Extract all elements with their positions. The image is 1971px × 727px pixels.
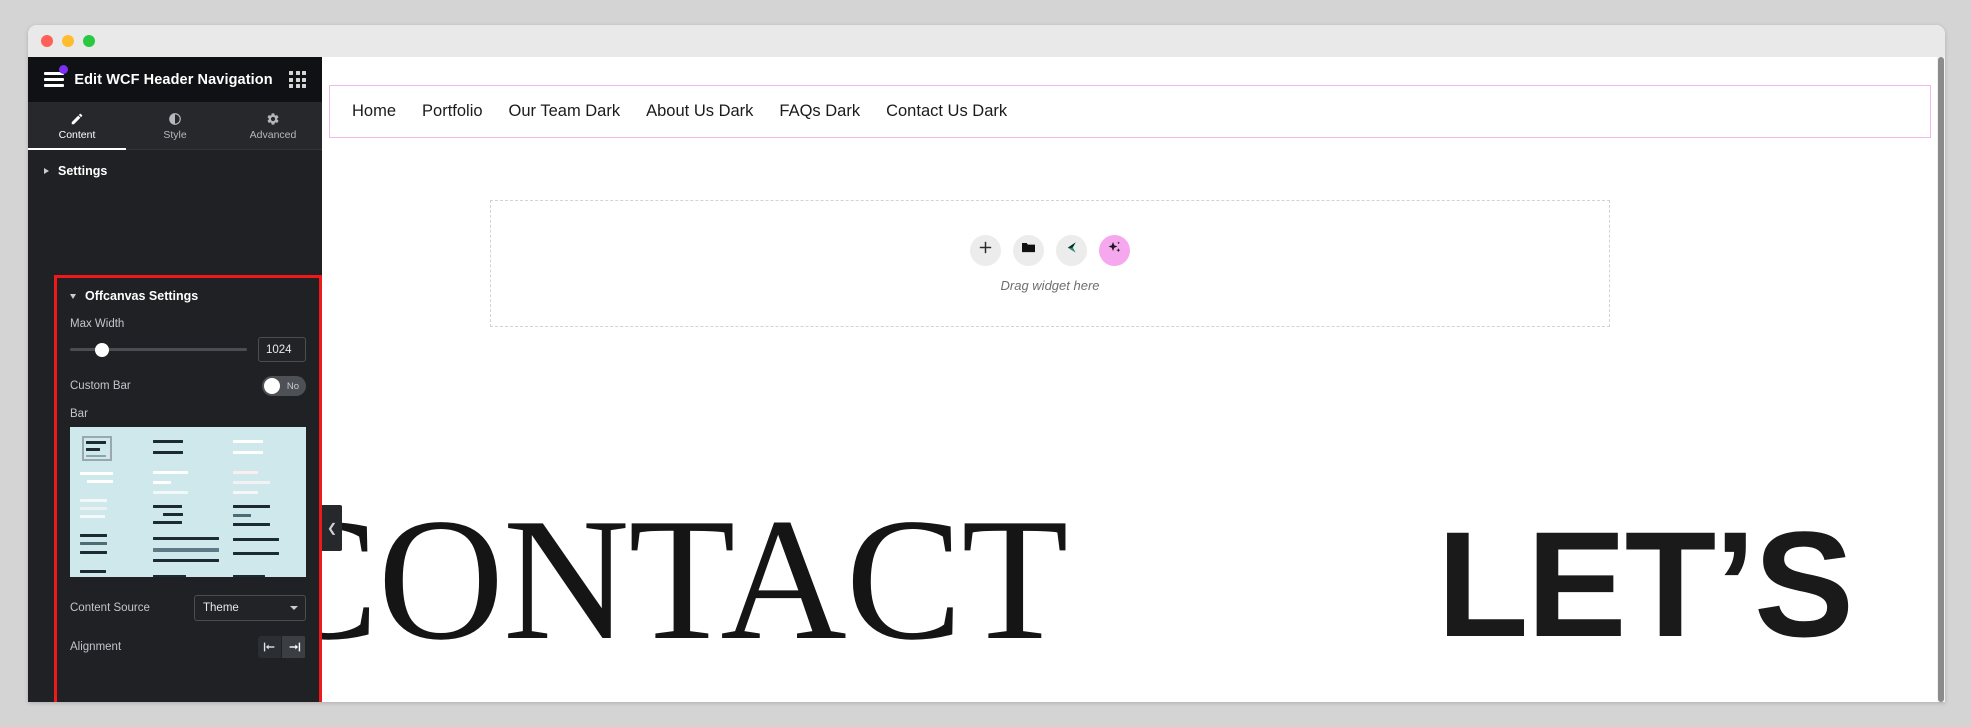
ai-button[interactable] [1099, 234, 1130, 266]
contrast-icon [168, 112, 182, 126]
align-right-button[interactable] [282, 636, 306, 658]
content-source-value: Theme [203, 602, 239, 614]
chevron-down-icon [290, 606, 298, 610]
alignment-label: Alignment [70, 641, 122, 653]
nav-item-home[interactable]: Home [352, 102, 396, 121]
max-width-input[interactable]: 1024 [258, 337, 306, 362]
hero-serif-heading: CONTACT [322, 482, 1068, 676]
section-settings[interactable]: Settings [28, 150, 322, 192]
section-offcanvas-label: Offcanvas Settings [85, 289, 199, 303]
browser-window: Edit WCF Header Navigation Content Style… [28, 25, 1945, 702]
section-offcanvas-header[interactable]: Offcanvas Settings [57, 278, 319, 314]
content-source-label: Content Source [70, 602, 150, 614]
add-template-button[interactable] [1013, 234, 1044, 266]
plus-icon [979, 241, 992, 259]
control-content-source: Content Source Theme [57, 595, 319, 621]
section-settings-label: Settings [58, 164, 108, 178]
max-width-slider-row: 1024 [57, 337, 319, 362]
custom-bar-label: Custom Bar [70, 380, 131, 392]
slider-handle[interactable] [94, 342, 109, 357]
max-width-label: Max Width [70, 318, 125, 330]
section-offcanvas-settings: Offcanvas Settings Max Width 1024 Custom… [57, 278, 319, 702]
window-body: Edit WCF Header Navigation Content Style… [28, 57, 1945, 702]
window-maximize-button[interactable] [83, 35, 95, 47]
gear-icon [266, 112, 280, 126]
canvas-scrollbar[interactable] [1937, 57, 1945, 702]
align-left-button[interactable] [258, 636, 282, 658]
sparkles-icon [1107, 240, 1122, 260]
tab-advanced[interactable]: Advanced [224, 102, 322, 149]
alignment-button-group [258, 636, 306, 658]
max-width-slider[interactable] [70, 342, 247, 357]
control-custom-bar: Custom Bar No [57, 376, 319, 396]
custom-bar-toggle[interactable]: No [262, 376, 306, 396]
window-close-button[interactable] [41, 35, 53, 47]
bar-label: Bar [70, 408, 88, 420]
control-bar: Bar [57, 408, 319, 420]
panel-collapse-button[interactable]: ❮ [322, 505, 342, 551]
pencil-icon [70, 112, 84, 126]
elementor-logo-icon [1064, 240, 1079, 260]
folder-icon [1021, 241, 1036, 259]
window-titlebar [28, 25, 1945, 57]
hamburger-icon[interactable] [44, 65, 68, 87]
tab-content[interactable]: Content [28, 102, 126, 150]
nav-item-our-team-dark[interactable]: Our Team Dark [509, 102, 621, 121]
window-minimize-button[interactable] [62, 35, 74, 47]
nav-item-about-us-dark[interactable]: About Us Dark [646, 102, 753, 121]
tab-style[interactable]: Style [126, 102, 224, 149]
chevron-down-icon [70, 293, 76, 299]
notification-dot-icon [59, 65, 68, 74]
content-source-select[interactable]: Theme [194, 595, 306, 621]
nav-item-portfolio[interactable]: Portfolio [422, 102, 483, 121]
tab-style-label: Style [163, 129, 187, 141]
add-element-button[interactable] [970, 234, 1001, 266]
editor-canvas: Home Portfolio Our Team Dark About Us Da… [322, 57, 1945, 702]
tab-advanced-label: Advanced [249, 129, 297, 141]
panel-header: Edit WCF Header Navigation [28, 57, 322, 102]
page-title: Edit WCF Header Navigation [74, 71, 273, 88]
add-container-button[interactable] [1056, 234, 1087, 266]
chevron-left-icon: ❮ [326, 521, 338, 535]
hero-sans-heading: LET’S [1437, 500, 1854, 668]
panel-tabs: Content Style Advanced [28, 102, 322, 150]
nav-item-faqs-dark[interactable]: FAQs Dark [779, 102, 860, 121]
control-max-width: Max Width [57, 318, 319, 330]
toggle-knob [264, 378, 280, 394]
chevron-right-icon [44, 168, 49, 174]
custom-bar-value: No [286, 380, 299, 392]
drag-widget-dropzone[interactable]: Drag widget here [490, 200, 1610, 327]
grid-apps-icon[interactable] [289, 71, 306, 88]
control-alignment: Alignment [57, 636, 319, 658]
scrollbar-thumb[interactable] [1938, 57, 1944, 702]
tab-content-label: Content [58, 129, 96, 141]
dropzone-caption: Drag widget here [1000, 277, 1100, 293]
bar-preview-thumbnail[interactable] [70, 427, 306, 577]
dropzone-buttons [970, 234, 1130, 266]
header-navigation-widget[interactable]: Home Portfolio Our Team Dark About Us Da… [329, 85, 1931, 138]
nav-item-contact-us-dark[interactable]: Contact Us Dark [886, 102, 1007, 121]
